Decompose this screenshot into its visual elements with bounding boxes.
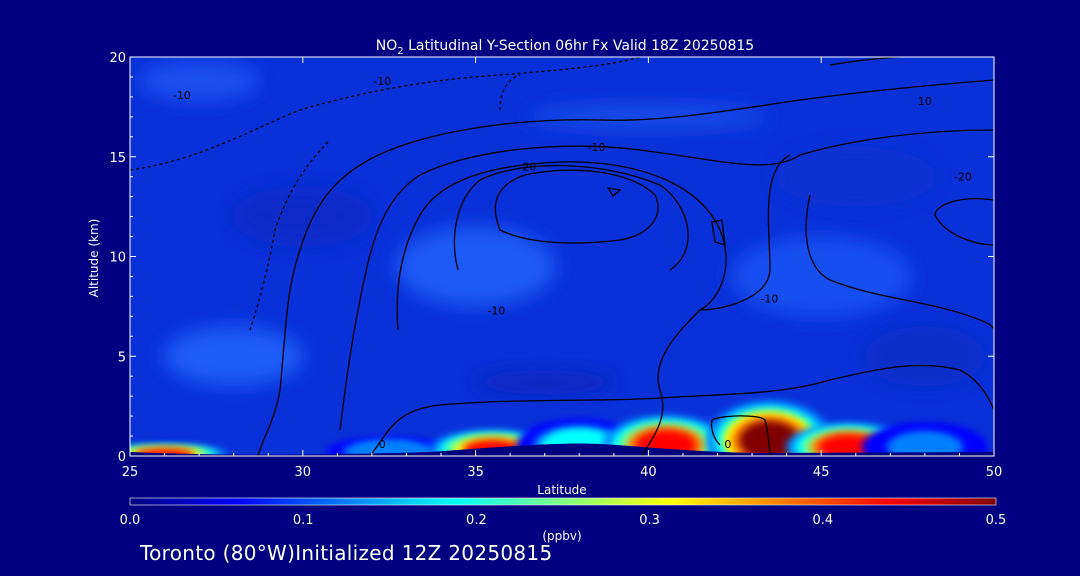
y-tick-label: 0 <box>118 450 126 465</box>
colorbar-tick-label: 0.4 <box>812 513 833 528</box>
field-patch <box>232 186 373 247</box>
colorbar-tick-label: 0.3 <box>639 513 660 528</box>
colorbar: 0.0 0.1 0.2 0.3 0.4 0.5 (ppbv) <box>120 497 1007 543</box>
contour-label: -20 <box>518 161 536 174</box>
contour-label: 0 <box>379 438 386 451</box>
x-tick-label: 35 <box>467 465 484 480</box>
field-patch <box>474 370 615 395</box>
x-tick-label: 40 <box>640 465 657 480</box>
y-tick-label: 10 <box>109 251 126 266</box>
field-patch <box>139 60 260 101</box>
contour-label: -10 <box>760 292 778 305</box>
contour-label: 0 <box>894 47 901 60</box>
x-tick-label: 25 <box>122 465 139 480</box>
x-tick-label: 45 <box>813 465 830 480</box>
plot-area: -10 -10 0 -10 -20 10 -20 -10 -10 0 0 <box>129 47 995 457</box>
x-axis-label: Latitude <box>537 483 586 497</box>
contour-label: -20 <box>954 171 972 184</box>
chart-title: NO2 Latitudinal Y-Section 06hr Fx Valid … <box>376 38 754 57</box>
no2-plume-layer <box>359 443 420 456</box>
field-patch <box>731 236 912 317</box>
contour-label: -10 <box>487 304 505 317</box>
field-patch <box>528 102 769 131</box>
colorbar-tick-label: 0.2 <box>466 513 487 528</box>
colorbar-ticks: 0.0 0.1 0.2 0.3 0.4 0.5 <box>120 513 1007 528</box>
contour-label: -10 <box>588 141 606 154</box>
footer-caption: Toronto (80°W)Initialized 12Z 20250815 <box>140 541 553 565</box>
no2-cross-section-figure: NO2 Latitudinal Y-Section 06hr Fx Valid … <box>87 38 1007 543</box>
contour-label: -10 <box>373 75 391 88</box>
colorbar-tick-label: 0.0 <box>120 513 141 528</box>
y-tick-label: 20 <box>109 51 126 66</box>
contour-label: 10 <box>918 95 932 108</box>
field-patch <box>864 326 985 387</box>
y-tick-label: 15 <box>109 151 126 166</box>
x-tick-label: 50 <box>986 465 1003 480</box>
contour-label: -10 <box>173 89 191 102</box>
y-axis-label: Altitude (km) <box>87 219 101 298</box>
field-patch <box>395 226 556 307</box>
colorbar-gradient <box>129 497 997 506</box>
contour-label: 0 <box>724 438 731 451</box>
x-tick-label: 30 <box>295 465 312 480</box>
colorbar-tick-label: 0.1 <box>293 513 314 528</box>
y-tick-label: 5 <box>118 350 126 365</box>
colorbar-tick-label: 0.5 <box>986 513 1007 528</box>
